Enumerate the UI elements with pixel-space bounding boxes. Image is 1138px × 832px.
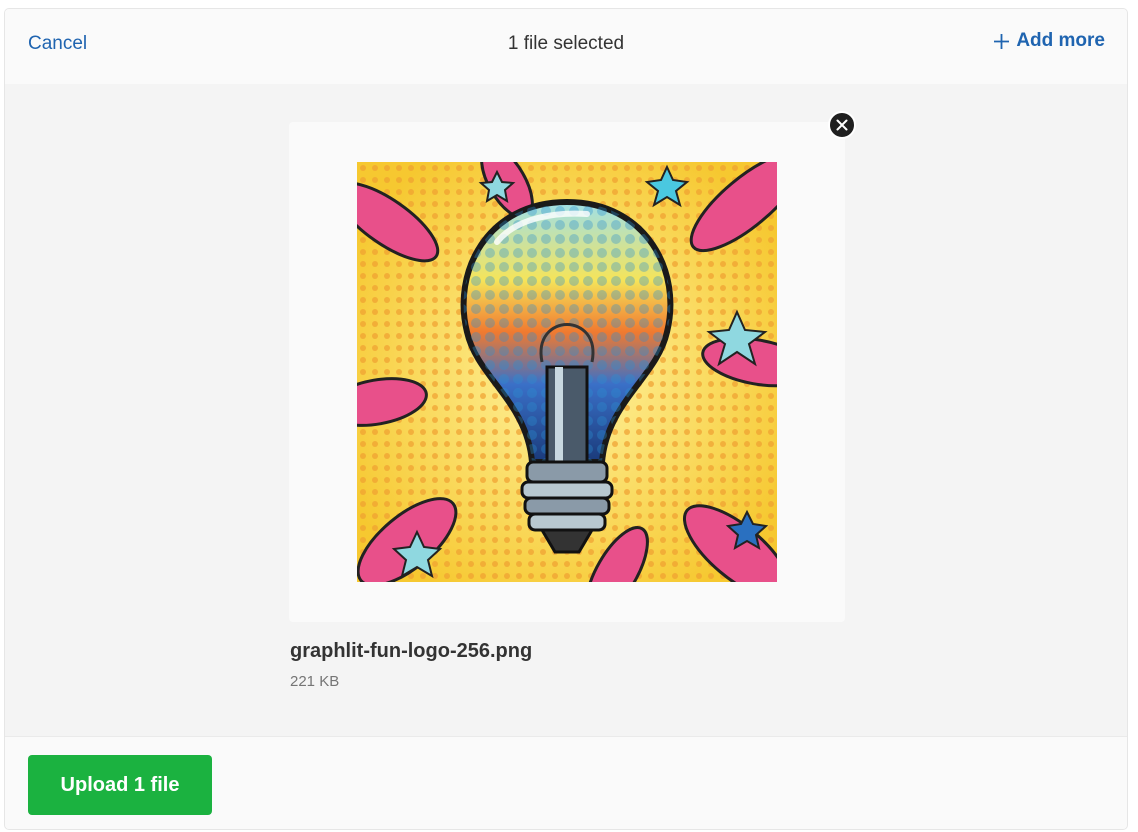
lightbulb-image [357,162,777,582]
uploader-dashboard: Cancel 1 file selected Add more graphlit… [4,8,1128,830]
dashboard-footer: Upload 1 file [5,736,1127,829]
close-icon [836,119,848,131]
selection-title: 1 file selected [507,33,625,54]
file-size: 221 KB [290,673,340,690]
plus-icon [994,33,1010,49]
remove-file-button[interactable] [828,111,856,139]
file-list: graphlit-fun-logo-256.png 221 KB [5,84,1127,736]
add-more-label: Add more [1016,30,1105,51]
file-thumbnail [357,162,777,582]
upload-button[interactable]: Upload 1 file [28,755,212,815]
dashboard-header: Cancel 1 file selected Add more [5,9,1127,85]
file-preview-card [289,122,845,622]
file-name: graphlit-fun-logo-256.png [290,640,533,662]
add-more-button[interactable]: Add more [993,30,1105,52]
